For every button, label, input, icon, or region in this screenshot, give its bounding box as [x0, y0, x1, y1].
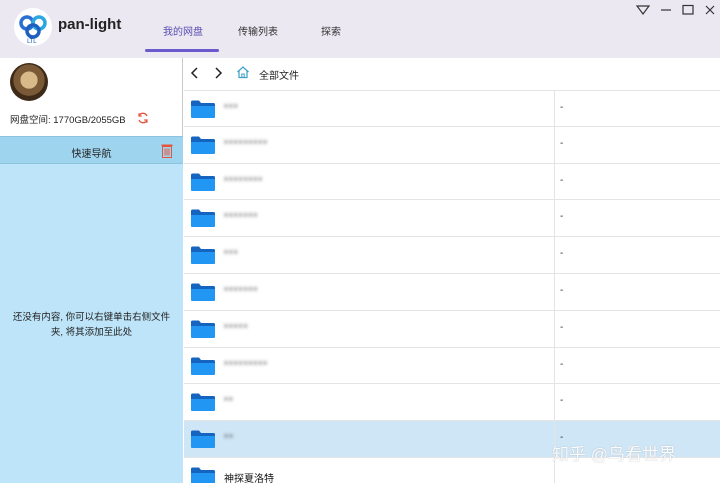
tab-transfer-list[interactable]: 传输列表: [238, 23, 278, 38]
quick-nav-label: 快速导航: [71, 149, 112, 160]
file-size: -: [560, 211, 564, 223]
avatar[interactable]: [10, 63, 48, 101]
file-name: *******: [224, 285, 259, 297]
folder-icon: [190, 208, 216, 228]
column-divider: [554, 273, 555, 310]
file-size: -: [560, 358, 564, 370]
minimize-icon[interactable]: [659, 3, 673, 17]
svg-text:LTL: LTL: [27, 38, 37, 45]
path-bar: 全部文件: [184, 58, 720, 88]
back-icon[interactable]: [189, 66, 201, 80]
file-row[interactable]: ******* -: [184, 273, 720, 311]
watermark-text: 知乎 @鸟看世界: [552, 445, 676, 464]
file-name: ***: [224, 249, 239, 261]
file-name: *********: [224, 138, 269, 150]
empty-nav-message: 还没有内容, 你可以右键单击右侧文件夹, 将其添加至此处: [12, 312, 171, 338]
column-divider: [554, 163, 555, 200]
trash-icon[interactable]: [161, 143, 173, 158]
file-row[interactable]: *** -: [184, 237, 720, 274]
tab-my-drive[interactable]: 我的网盘: [163, 23, 203, 38]
column-divider: [554, 126, 555, 163]
file-name: ***: [224, 103, 239, 114]
folder-icon: [190, 466, 216, 483]
file-size: -: [560, 248, 564, 260]
file-row[interactable]: *** -: [184, 90, 720, 127]
file-row[interactable]: ******** -: [184, 163, 720, 201]
file-row[interactable]: ******* -: [184, 200, 720, 238]
column-divider: [554, 347, 555, 384]
file-browser: 全部文件 *** - ********* - ******** - ******* - *** -…: [184, 58, 720, 483]
file-size: -: [560, 102, 564, 113]
column-divider: [554, 237, 555, 273]
file-row[interactable]: ********* -: [184, 347, 720, 385]
column-divider: [554, 91, 555, 126]
file-size: -: [560, 284, 564, 296]
file-name: **: [224, 433, 234, 445]
column-divider: [554, 200, 555, 237]
folder-icon: [190, 429, 216, 449]
file-size: -: [560, 137, 564, 149]
folder-icon: [190, 356, 216, 376]
file-name: *********: [224, 359, 269, 371]
column-divider: [554, 310, 555, 347]
refresh-icon[interactable]: [136, 111, 150, 125]
filter-icon[interactable]: [635, 3, 651, 17]
current-path[interactable]: 全部文件: [259, 67, 299, 82]
file-row[interactable]: ***** -: [184, 310, 720, 348]
app-title: pan-light: [58, 16, 122, 33]
folder-icon: [190, 319, 216, 339]
folder-icon: [190, 172, 216, 192]
file-size: -: [560, 321, 564, 333]
file-row[interactable]: ********* -: [184, 126, 720, 164]
title-bar: LTL pan-light 我的网盘 传输列表 探索: [0, 0, 720, 58]
sidebar: 网盘空间: 1770GB/2055GB 快速导航 还没有内容, 你可以右键单击右…: [0, 58, 183, 483]
app-logo: LTL: [14, 8, 52, 46]
close-icon[interactable]: [703, 3, 717, 17]
quick-nav-header: 快速导航: [0, 136, 183, 164]
folder-icon: [190, 392, 216, 412]
home-icon[interactable]: [236, 65, 250, 79]
file-size: -: [560, 395, 564, 407]
storage-usage: 网盘空间: 1770GB/2055GB: [10, 115, 126, 126]
file-name: *******: [224, 212, 259, 224]
folder-icon: [190, 99, 216, 119]
folder-icon: [190, 135, 216, 155]
active-tab-indicator: [145, 49, 219, 52]
column-divider: [554, 384, 555, 421]
file-row[interactable]: ** -: [184, 384, 720, 422]
file-size: -: [560, 174, 564, 186]
file-name: ********: [224, 175, 264, 187]
folder-icon: [190, 282, 216, 302]
file-name: **: [224, 396, 234, 408]
forward-icon[interactable]: [212, 66, 224, 80]
tab-explore[interactable]: 探索: [321, 23, 341, 38]
maximize-icon[interactable]: [681, 3, 695, 17]
quick-nav-list[interactable]: 还没有内容, 你可以右键单击右侧文件夹, 将其添加至此处: [0, 164, 183, 483]
file-name: 神探夏洛特: [224, 473, 274, 483]
file-name: *****: [224, 322, 249, 334]
folder-icon: [190, 245, 216, 265]
file-list: *** - ********* - ******** - ******* - *** - *****…: [184, 90, 720, 483]
